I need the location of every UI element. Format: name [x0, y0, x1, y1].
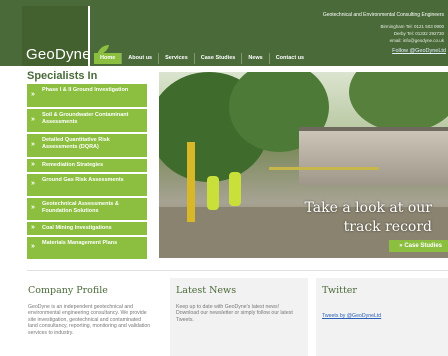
- hero-banner[interactable]: Take a look at our track record » Case S…: [159, 72, 448, 258]
- specialist-item[interactable]: » Coal Mining Investigations: [27, 222, 147, 235]
- nav-news[interactable]: News: [242, 52, 270, 64]
- tweets-link[interactable]: Tweets by @GeoDyneLtd: [322, 313, 381, 319]
- chevron-right-icon: »: [31, 223, 35, 231]
- chevron-right-icon: »: [31, 243, 35, 250]
- chevron-right-icon: »: [31, 160, 35, 168]
- worker-figure: [229, 172, 241, 206]
- specialist-label: Soil & Groundwater Contaminant Assessmen…: [42, 112, 129, 125]
- chevron-right-icon: »: [31, 180, 35, 187]
- logo[interactable]: GeoDyne: [22, 6, 109, 66]
- logo-text: GeoDyne: [26, 46, 91, 63]
- specialist-item[interactable]: » Geotechnical Assessments & Foundation S…: [27, 198, 147, 220]
- company-profile-panel: Company Profile GeoDyne is an independen…: [22, 278, 158, 356]
- specialist-label: Coal Mining Investigations: [42, 225, 112, 231]
- specialist-item[interactable]: » Remediation Strategies: [27, 159, 147, 172]
- specialist-item[interactable]: » Ground Gas Risk Assessments: [27, 174, 147, 196]
- site-header: GeoDyne Geotechnical and Environmental C…: [0, 0, 448, 66]
- worker-figure: [207, 176, 219, 210]
- hero-bridge-rail: [299, 127, 448, 131]
- contact-line: Birmingham Tel: 0121 503 0900: [380, 24, 444, 29]
- main-nav: Home About us Services Case Studies News…: [94, 52, 310, 64]
- divider: [27, 270, 448, 271]
- latest-news-panel: Latest News Keep up to date with GeoDyne…: [170, 278, 308, 356]
- twitter-panel: Twitter Tweets by @GeoDyneLtd: [316, 278, 448, 356]
- latest-news-text: Keep up to date with GeoDyne's latest ne…: [176, 304, 293, 323]
- contact-email[interactable]: email: info@geodyne.co.uk: [323, 37, 444, 44]
- latest-news-title: Latest News: [176, 285, 237, 296]
- specialists-list: » Phase I & II Ground Investigation » Soil…: [27, 84, 147, 261]
- specialist-label: Phase I & II Ground Investigation: [42, 87, 129, 93]
- tagline: Geotechnical and Environmental Consultin…: [322, 12, 444, 18]
- specialists-title: Specialists In: [27, 70, 98, 82]
- nav-home[interactable]: Home: [94, 52, 123, 64]
- specialist-item[interactable]: » Phase I & II Ground Investigation: [27, 84, 147, 107]
- follow-twitter-link[interactable]: Follow @GeoDyneLtd: [392, 48, 446, 54]
- header-contact: Geotechnical and Environmental Consultin…: [323, 12, 444, 44]
- case-studies-button[interactable]: » Case Studies: [389, 240, 448, 252]
- nav-about[interactable]: About us: [122, 52, 160, 64]
- hero-caption-line2: track record: [343, 219, 432, 235]
- chevron-right-icon: »: [31, 204, 35, 211]
- drill-rig: [187, 142, 195, 222]
- company-profile-text: GeoDyne is an independent geotechnical a…: [28, 304, 151, 336]
- company-profile-title: Company Profile: [28, 285, 108, 296]
- specialist-label: Detailed Quantitative Risk Assessments (…: [42, 137, 110, 150]
- chevron-right-icon: »: [31, 140, 35, 148]
- contact-line: Derby Tel: 01332 292730: [393, 31, 444, 36]
- twitter-title: Twitter: [322, 285, 357, 296]
- specialist-label: Remediation Strategies: [42, 162, 104, 168]
- chevron-right-icon: »: [31, 90, 35, 98]
- hero-caption-line1: Take a look at our: [304, 200, 432, 216]
- chevron-right-icon: »: [31, 115, 35, 123]
- specialist-label: Materials Management Plans: [42, 240, 118, 246]
- nav-case-studies[interactable]: Case Studies: [195, 52, 243, 64]
- specialist-item[interactable]: » Soil & Groundwater Contaminant Assessme…: [27, 109, 147, 132]
- specialist-label: Ground Gas Risk Assessments: [42, 177, 124, 183]
- specialist-label: Geotechnical Assessments & Foundation So…: [42, 201, 119, 214]
- nav-services[interactable]: Services: [159, 52, 195, 64]
- nav-contact[interactable]: Contact us: [270, 53, 310, 64]
- specialist-item[interactable]: » Detailed Quantitative Risk Assessments …: [27, 134, 147, 157]
- case-studies-label: Case Studies: [404, 243, 442, 249]
- specialist-item[interactable]: » Materials Management Plans: [27, 237, 147, 259]
